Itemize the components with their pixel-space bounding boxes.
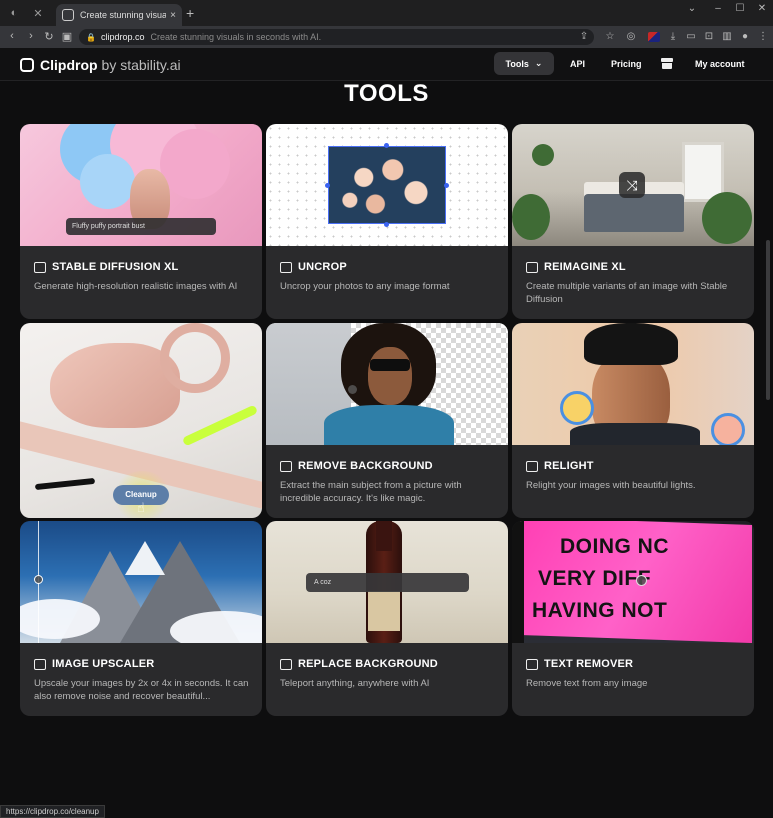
status-bar-url: https://clipdrop.co/cleanup [0,805,105,818]
billboard-line: DOING NC [560,535,669,558]
tool-thumbnail: DOING NC VERY DIFF HAVING NOT [512,521,754,643]
new-tab-button[interactable]: + [186,5,194,21]
card-title: RELIGHT [544,460,594,472]
tool-card-uncrop[interactable]: UNCROP Uncrop your photos to any image f… [266,124,508,319]
browser-profile-icon[interactable]: ◐ [4,3,24,23]
address-bar[interactable]: 🔒 clipdrop.co Create stunning visuals in… [79,29,594,45]
menu-icon[interactable]: ⋮ [756,30,770,44]
tool-thumbnail: A coz [266,521,508,643]
browser-toolbar: ‹ › ↻ ▣ 🔒 clipdrop.co Create stunning vi… [0,26,773,48]
card-description: Remove text from any image [526,678,648,689]
card-title: REMOVE BACKGROUND [298,460,433,472]
flag-extension-icon[interactable] [648,32,660,42]
chevron-down-icon: ⌄ [534,58,543,68]
card-title: REIMAGINE XL [544,261,626,273]
tool-card-text-remover[interactable]: DOING NC VERY DIFF HAVING NOT TEXT REMOV… [512,521,754,716]
card-title: IMAGE UPSCALER [52,658,155,670]
page-title: TOOLS [344,80,429,107]
card-description: Uncrop your photos to any image format [280,281,450,292]
nav-tools-label: Tools [505,58,529,69]
card-description: Upscale your images by 2x or 4x in secon… [34,678,249,702]
forward-icon[interactable]: › [24,30,38,42]
tool-thumbnail [20,521,262,643]
cast-icon[interactable]: ▭ [684,30,698,44]
archive-icon[interactable] [661,58,673,69]
maximize-icon[interactable]: ☐ [730,3,750,14]
brand-logo[interactable]: Clipdrop by stability.ai [20,57,181,73]
card-description: Relight your images with beautiful light… [526,480,696,491]
pinned-tab-icon[interactable]: ✕ [28,3,48,23]
close-window-icon[interactable]: ✕ [752,3,772,14]
clipdrop-favicon-icon [62,9,74,21]
tool-thumbnail: Cleanup ☝ [20,323,262,518]
nav-account-link[interactable]: My account [695,59,745,69]
image-icon [526,261,538,273]
prompt-preview: A coz [306,573,469,592]
screenshot-icon[interactable]: ⊡ [702,30,716,44]
page-scrollbar[interactable] [766,240,770,400]
site-info-icon[interactable]: ▣ [60,30,74,43]
replace-icon [280,658,292,670]
url-description: Create stunning visuals in seconds with … [150,32,322,42]
card-title: STABLE DIFFUSION XL [52,261,179,273]
nav-api-link[interactable]: API [570,59,585,69]
prompt-preview: Fluffy puffy portrait bust [66,218,216,235]
nav-tools-dropdown[interactable]: Tools ⌄ [494,52,554,75]
bookmark-icon[interactable]: ☆ [603,30,617,44]
upscale-icon [34,658,46,670]
card-title: UNCROP [298,261,347,273]
reload-icon[interactable]: ↻ [42,30,56,43]
site-header: Clipdrop by stability.ai [0,48,773,81]
minimize-icon[interactable]: – [708,3,728,14]
tool-thumbnail: ⤨ [512,124,754,246]
tool-card-replace-background[interactable]: A coz REPLACE BACKGROUND Teleport anythi… [266,521,508,716]
tool-card-reimagine-xl[interactable]: ⤨ REIMAGINE XL Create multiple variants … [512,124,754,319]
card-description: Create multiple variants of an image wit… [526,281,728,305]
nav-pricing-link[interactable]: Pricing [611,59,642,69]
download-icon[interactable]: ⤓ [666,30,680,44]
card-title: TEXT REMOVER [544,658,634,670]
light-icon [526,460,538,472]
card-description: Teleport anything, anywhere with AI [280,678,430,689]
tab-title: Create stunning visuals in se [80,10,167,20]
card-title: REPLACE BACKGROUND [298,658,438,670]
tool-card-remove-background[interactable]: REMOVE BACKGROUND Extract the main subje… [266,323,508,518]
tab-search-icon[interactable]: ⌄ [682,3,702,14]
text-icon [526,658,538,670]
brand-tagline: by stability.ai [101,57,181,73]
tab-close-icon[interactable]: × [170,10,176,21]
tool-card-image-upscaler[interactable]: IMAGE UPSCALER Upscale your images by 2x… [20,521,262,716]
clipdrop-logo-icon [20,58,34,72]
lock-icon: 🔒 [86,32,96,42]
tool-card-relight[interactable]: RELIGHT Relight your images with beautif… [512,323,754,518]
back-icon[interactable]: ‹ [5,30,19,42]
tool-thumbnail [266,323,508,445]
tool-thumbnail: Fluffy puffy portrait bust [20,124,262,246]
sidebar-icon[interactable]: ▥ [720,30,734,44]
billboard-line: HAVING NOT [532,599,668,622]
url-host: clipdrop.co [100,32,145,42]
active-tab[interactable]: Create stunning visuals in se × [56,4,182,26]
extension-icon[interactable]: ◎ [624,30,638,44]
tool-thumbnail [512,323,754,445]
tool-thumbnail [266,124,508,246]
layers-icon [280,460,292,472]
card-description: Generate high-resolution realistic image… [34,281,238,292]
card-description: Extract the main subject from a picture … [280,480,462,504]
hand-cursor-icon: ☝ [137,500,145,515]
share-icon[interactable]: ⇪ [577,30,591,44]
brand-name: Clipdrop [40,57,98,73]
tool-card-stable-diffusion-xl[interactable]: Fluffy puffy portrait bust STABLE DIFFUS… [20,124,262,319]
crop-icon [280,261,292,273]
browser-tab-bar: ◐ ✕ Create stunning visuals in se × + ⌄ … [0,0,773,26]
sparkle-icon [34,261,46,273]
profile-avatar-icon[interactable]: ● [738,30,752,44]
shuffle-icon: ⤨ [619,172,645,198]
tool-card-cleanup[interactable]: Cleanup ☝ [20,323,262,518]
